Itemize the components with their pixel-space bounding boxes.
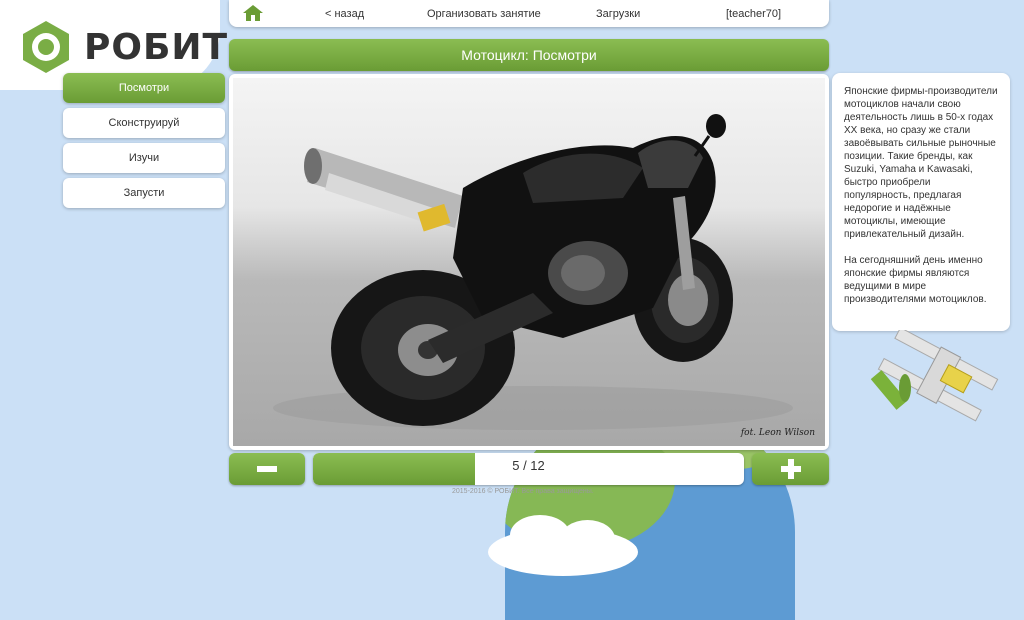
motorcycle-photo: fot. Leon Wilson bbox=[233, 78, 825, 446]
page-title: Мотоцикл: Посмотри bbox=[229, 39, 829, 71]
logo-text: РОБИТ bbox=[84, 26, 229, 68]
menu-item-build[interactable]: Сконструируй bbox=[63, 108, 225, 138]
user-account-link[interactable]: [teacher70] bbox=[726, 8, 781, 20]
info-panel: Японские фирмы-производители мотоциклов … bbox=[832, 73, 1010, 331]
downloads-link[interactable]: Загрузки bbox=[596, 8, 640, 20]
menu-item-study[interactable]: Изучи bbox=[63, 143, 225, 173]
minus-icon bbox=[257, 466, 277, 472]
robot-airplane-illustration bbox=[870, 327, 1000, 435]
slide-progress-bar: 5 / 12 bbox=[313, 453, 744, 485]
plus-icon bbox=[781, 459, 801, 479]
back-link[interactable]: < назад bbox=[325, 8, 364, 20]
info-paragraph: На сегодняшний день именно японские фирм… bbox=[844, 255, 987, 305]
photo-credit: fot. Leon Wilson bbox=[740, 428, 815, 438]
menu-item-launch[interactable]: Запусти bbox=[63, 178, 225, 208]
next-button[interactable] bbox=[752, 453, 829, 485]
info-paragraph: Японские фирмы-производители мотоциклов … bbox=[844, 86, 998, 240]
previous-button[interactable] bbox=[229, 453, 305, 485]
logo[interactable]: РОБИТ bbox=[18, 14, 227, 80]
menu-item-look[interactable]: Посмотри bbox=[63, 73, 225, 103]
motorcycle-illustration bbox=[273, 114, 793, 430]
organize-lesson-link[interactable]: Организовать занятие bbox=[427, 8, 541, 20]
top-navigation: < назад Организовать занятие Загрузки [t… bbox=[229, 0, 829, 27]
home-icon[interactable] bbox=[242, 4, 264, 25]
photo-frame: fot. Leon Wilson bbox=[229, 74, 829, 450]
cloud-puff bbox=[560, 520, 615, 558]
footer-copyright: 2015-2016 © РОБИТ. Все права защищены. bbox=[452, 488, 594, 495]
logo-icon bbox=[18, 19, 74, 75]
slide-counter: 5 / 12 bbox=[512, 458, 545, 473]
